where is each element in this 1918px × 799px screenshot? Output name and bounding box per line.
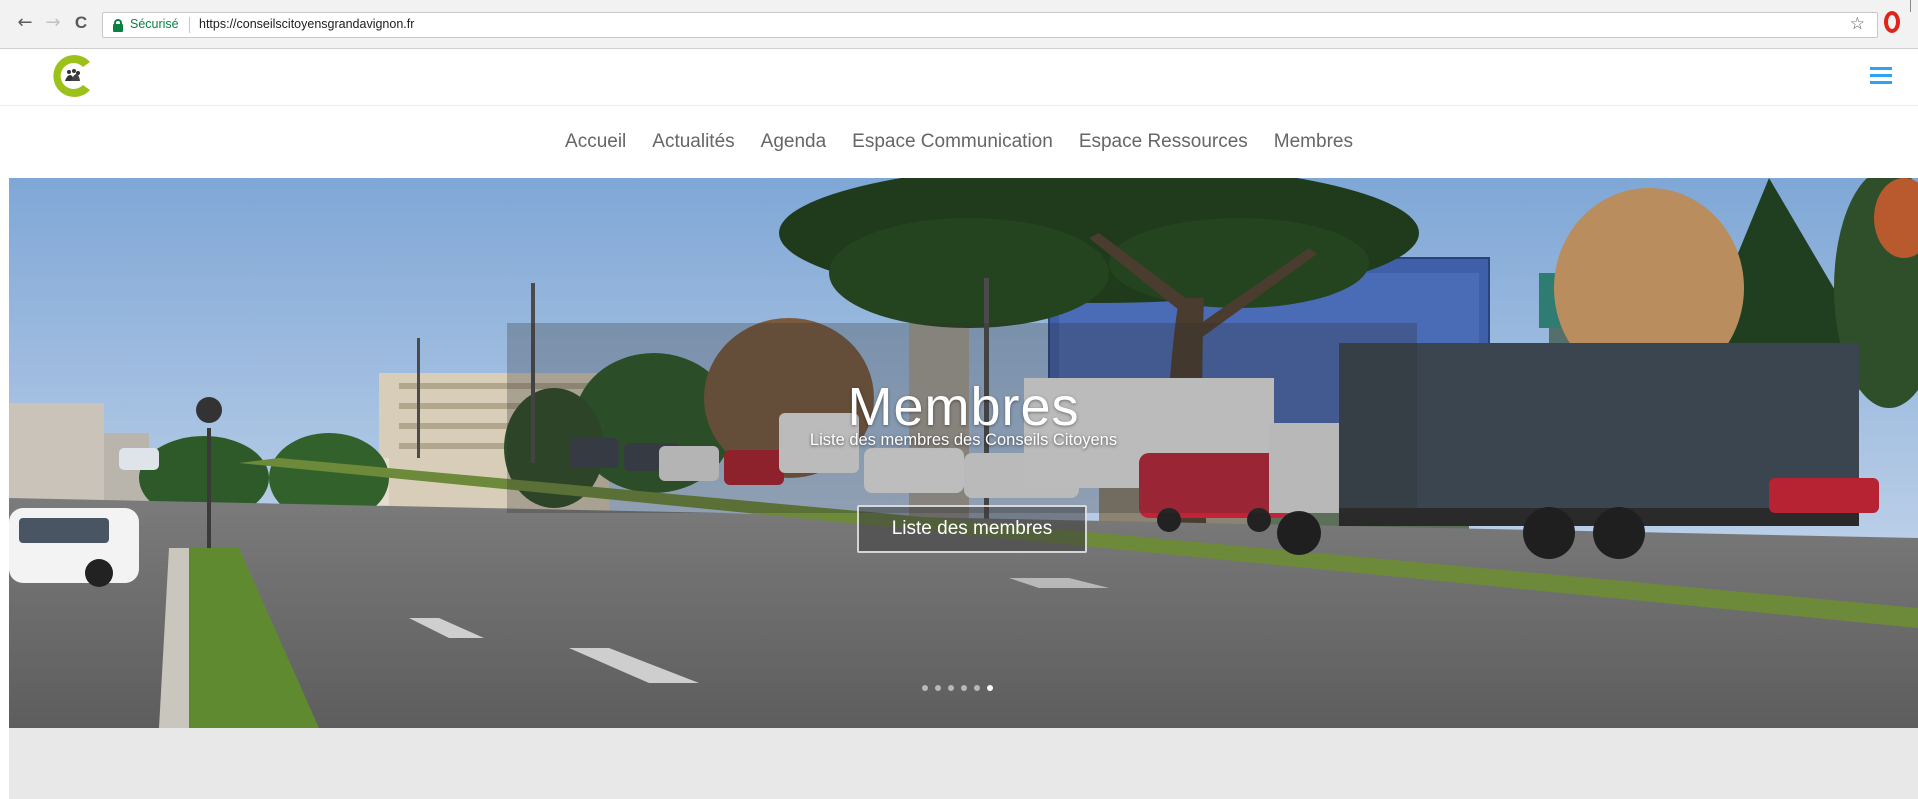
lock-icon — [113, 19, 123, 32]
nav-item-membres[interactable]: Membres — [1274, 131, 1353, 153]
omnibox-divider — [189, 17, 190, 33]
hero-background-photo — [9, 178, 1918, 728]
window-edge — [1910, 0, 1911, 12]
liste-des-membres-button[interactable]: Liste des membres — [857, 505, 1087, 553]
slider-pagination — [922, 685, 993, 691]
nav-item-accueil[interactable]: Accueil — [565, 131, 626, 153]
hamburger-menu-icon[interactable] — [1870, 67, 1892, 84]
reload-icon[interactable]: C — [70, 10, 92, 36]
slider-dot-4[interactable] — [961, 685, 967, 691]
conseils-citoyens-logo[interactable] — [50, 52, 92, 100]
hero-title: Membres — [847, 377, 1080, 437]
nav-item-espace-ressources[interactable]: Espace Ressources — [1079, 131, 1248, 153]
bookmark-star-icon[interactable]: ☆ — [1850, 14, 1865, 34]
hero-subtitle: Liste des membres des Conseils Citoyens — [809, 431, 1118, 449]
back-arrow-icon[interactable]: ← — [14, 10, 36, 36]
forward-arrow-icon[interactable]: → — [42, 10, 64, 36]
slider-dot-3[interactable] — [948, 685, 954, 691]
nav-item-actualites[interactable]: Actualités — [652, 131, 734, 153]
secure-label: Sécurisé — [130, 17, 179, 31]
opera-icon[interactable] — [1884, 11, 1900, 33]
slider-dot-2[interactable] — [935, 685, 941, 691]
address-bar[interactable]: Sécurisé https://conseilscitoyensgrandav… — [102, 12, 1878, 38]
slider-dot-5[interactable] — [974, 685, 980, 691]
browser-toolbar: ← → C Sécurisé https://conseilscitoyensg… — [0, 0, 1918, 49]
main-navigation: Accueil Actualités Agenda Espace Communi… — [0, 106, 1918, 178]
slider-dot-6[interactable] — [987, 685, 993, 691]
nav-item-agenda[interactable]: Agenda — [761, 131, 827, 153]
url-text[interactable]: https://conseilscitoyensgrandavignon.fr — [199, 17, 414, 31]
slider-dot-1[interactable] — [922, 685, 928, 691]
hero-slider: Membres Liste des membres des Conseils C… — [9, 178, 1918, 728]
content-section-background — [9, 728, 1918, 799]
site-header — [0, 49, 1918, 106]
nav-item-espace-communication[interactable]: Espace Communication — [852, 131, 1053, 153]
